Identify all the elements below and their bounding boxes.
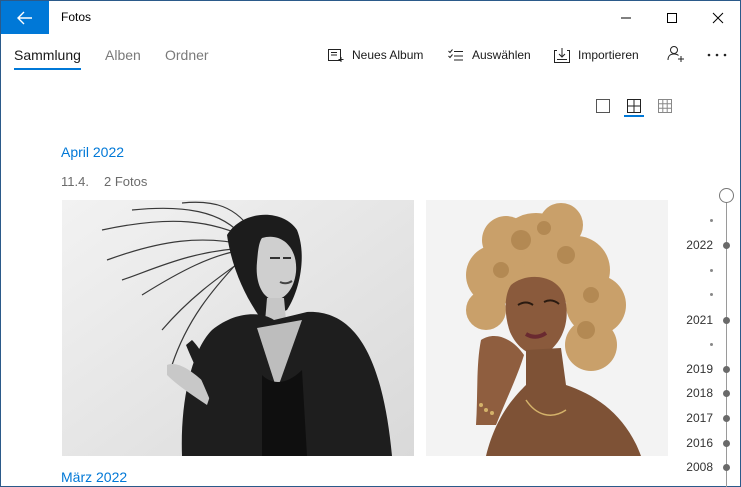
tab-alben[interactable]: Alben	[105, 47, 141, 63]
back-button[interactable]	[1, 1, 49, 34]
tab-ordner[interactable]: Ordner	[165, 47, 209, 63]
timeline-dot	[723, 464, 730, 471]
timeline-handle[interactable]	[719, 188, 734, 203]
app-title: Fotos	[61, 10, 92, 24]
add-person-icon	[667, 46, 684, 62]
grid-2x2-icon	[627, 99, 641, 113]
new-album-icon	[328, 49, 344, 62]
more-icon	[707, 53, 727, 57]
timeline-tick	[710, 219, 713, 222]
tab-sammlung[interactable]: Sammlung	[14, 47, 81, 63]
view-small-button[interactable]	[655, 96, 675, 116]
import-label: Importieren	[578, 48, 639, 62]
timeline-year-2017[interactable]: 2017	[673, 411, 713, 425]
select-button[interactable]: Auswählen	[448, 45, 531, 65]
photo-thumbnail[interactable]	[62, 200, 414, 456]
timeline-tick	[710, 293, 713, 296]
add-person-button[interactable]	[665, 43, 687, 65]
timeline-dot	[723, 390, 730, 397]
photo-thumbnail[interactable]	[426, 200, 668, 456]
maximize-button[interactable]	[649, 1, 695, 34]
timeline-year-2022[interactable]: 2022	[673, 238, 713, 252]
grid-3x3-icon	[658, 99, 672, 113]
arrow-left-icon	[17, 11, 32, 24]
timeline-dot	[723, 317, 730, 324]
timeline-year-2018[interactable]: 2018	[673, 386, 713, 400]
day-date: 11.4.	[61, 174, 89, 189]
month-heading-april[interactable]: April 2022	[61, 144, 124, 160]
photo-image	[62, 200, 414, 456]
title-bar: Fotos	[1, 1, 740, 34]
timeline-dot	[723, 440, 730, 447]
photo-count: 2 Fotos	[104, 174, 148, 189]
timeline-year-2021[interactable]: 2021	[673, 313, 713, 327]
active-tab-indicator	[14, 68, 81, 70]
new-album-label: Neues Album	[352, 48, 424, 62]
timeline-year-2016[interactable]: 2016	[673, 436, 713, 450]
import-button[interactable]: Importieren	[554, 45, 639, 65]
timeline-tick	[710, 343, 713, 346]
minimize-button[interactable]	[603, 1, 649, 34]
view-medium-button[interactable]	[624, 96, 644, 116]
import-icon	[554, 47, 570, 63]
timeline-dot	[723, 366, 730, 373]
active-view-indicator	[624, 115, 644, 117]
timeline-dot	[723, 415, 730, 422]
more-options-button[interactable]	[705, 45, 729, 65]
timeline-dot	[723, 242, 730, 249]
select-label: Auswählen	[472, 48, 531, 62]
minimize-icon	[621, 17, 631, 18]
single-square-icon	[596, 99, 610, 113]
new-album-button[interactable]: Neues Album	[328, 45, 423, 65]
maximize-icon	[667, 12, 677, 23]
timeline-year-2019[interactable]: 2019	[673, 362, 713, 376]
select-list-icon	[448, 49, 463, 61]
view-large-button[interactable]	[593, 96, 613, 116]
timeline-tick	[710, 269, 713, 272]
month-heading-maerz[interactable]: März 2022	[61, 469, 127, 485]
close-button[interactable]	[695, 1, 741, 34]
close-icon	[712, 12, 724, 23]
photo-image	[426, 200, 668, 456]
timeline-year-2008[interactable]: 2008	[673, 460, 713, 474]
